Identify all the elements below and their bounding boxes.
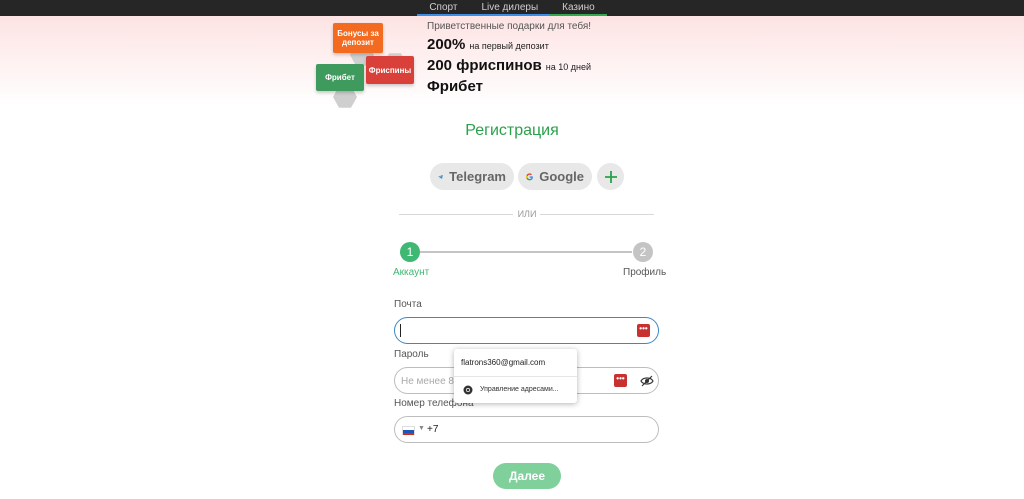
next-button[interactable]: Далее <box>493 463 561 489</box>
google-label: Google <box>539 169 584 184</box>
password-placeholder: Не менее 8 з <box>401 376 462 387</box>
autofill-separator <box>454 376 577 377</box>
autofill-suggestion[interactable]: flatrons360@gmail.com <box>461 358 545 367</box>
promo-freespins-count: 200 фриспинов <box>427 57 542 74</box>
plus-icon <box>604 170 617 183</box>
divider-right <box>540 214 654 215</box>
telegram-label: Telegram <box>449 169 506 184</box>
promo-deposit-note: на первый депозит <box>469 41 549 51</box>
eye-icon[interactable] <box>640 375 654 387</box>
google-button[interactable]: Google <box>518 163 592 190</box>
promo-freespins-line: 200 фриспинов на 10 дней <box>427 57 591 74</box>
promo-deposit-line: 200% на первый депозит <box>427 36 549 53</box>
russia-flag-icon[interactable] <box>402 426 415 435</box>
phone-code: +7 <box>427 424 439 435</box>
freespins-badge: Фриспины <box>366 56 414 84</box>
chrome-icon <box>463 385 473 395</box>
telegram-icon <box>438 174 443 179</box>
top-nav: Спорт Live дилеры Казино <box>0 0 1024 16</box>
freebet-badge: Фрибет <box>316 64 364 91</box>
divider-left <box>399 214 513 215</box>
tab-live-dealers[interactable]: Live дилеры <box>469 0 551 16</box>
google-icon <box>526 172 533 180</box>
promo-freespins-note: на 10 дней <box>545 62 592 72</box>
more-options-button[interactable] <box>597 163 624 190</box>
step-1-label: Аккаунт <box>393 267 430 278</box>
bonus-badge: Бонусы за депозит <box>333 23 383 53</box>
tab-sport[interactable]: Спорт <box>417 0 470 16</box>
password-manager-icon[interactable]: ••• <box>637 324 650 337</box>
phone-field[interactable]: ▼ +7 <box>394 416 659 443</box>
promo-freebet-line: Фрибет <box>427 78 483 95</box>
chevron-down-icon[interactable]: ▼ <box>418 425 425 432</box>
text-cursor <box>400 324 401 337</box>
step-2-label: Профиль <box>623 267 667 278</box>
autofill-dropdown: flatrons360@gmail.com Управление адресам… <box>454 349 577 403</box>
autofill-manage[interactable]: Управление адресами... <box>480 386 559 393</box>
telegram-button[interactable]: Telegram <box>430 163 514 190</box>
password-manager-icon[interactable]: ••• <box>614 374 627 387</box>
email-label: Почта <box>394 299 422 310</box>
stepper-line <box>420 251 632 253</box>
email-field[interactable]: ••• <box>394 317 659 344</box>
tab-casino[interactable]: Казино <box>550 0 607 16</box>
step-2-circle: 2 <box>633 242 653 262</box>
promo-deposit-percent: 200% <box>427 36 466 53</box>
page-title: Регистрация <box>465 122 559 139</box>
step-1-circle: 1 <box>400 242 420 262</box>
password-label: Пароль <box>394 349 429 360</box>
promo-subtitle: Приветственные подарки для тебя! <box>427 21 592 32</box>
